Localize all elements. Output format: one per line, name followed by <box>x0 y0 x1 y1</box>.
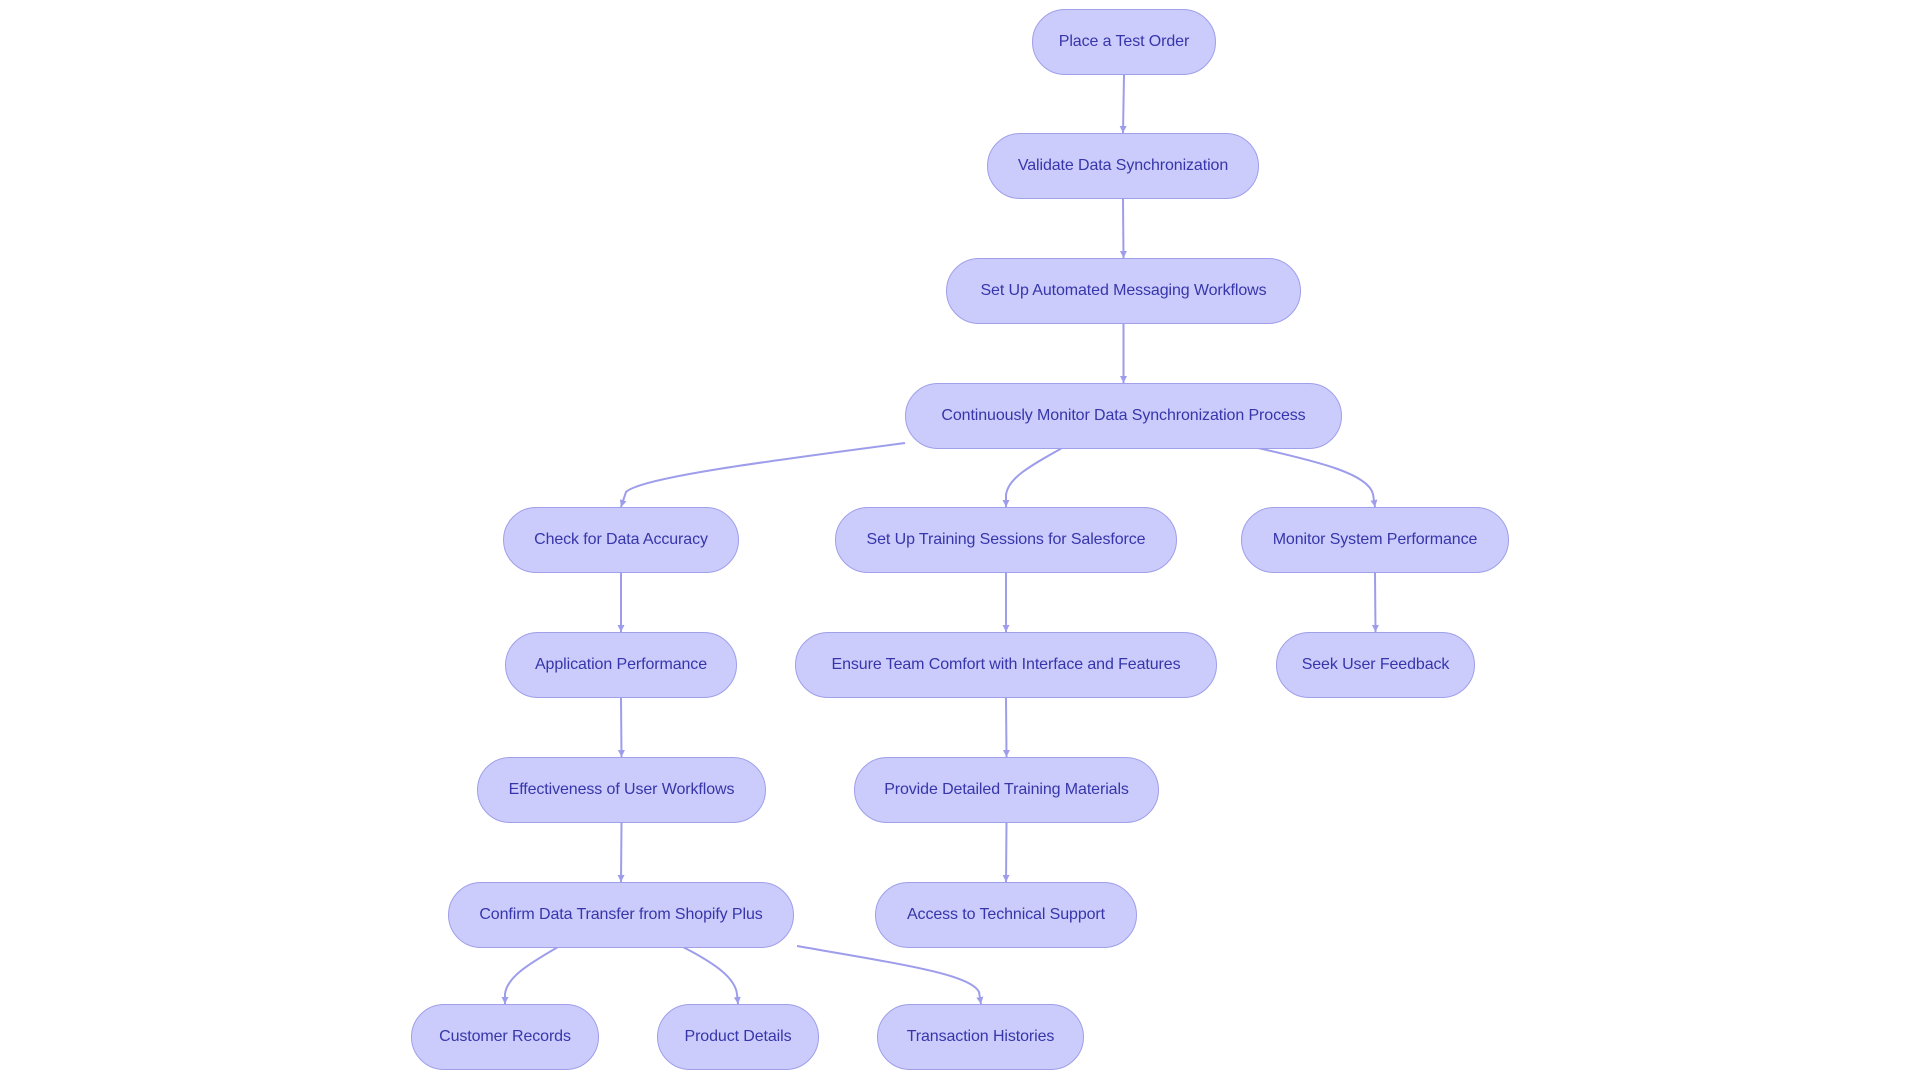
node-label: Ensure Team Comfort with Interface and F… <box>831 656 1181 673</box>
flowchart-canvas: Place a Test Order Validate Data Synchro… <box>0 0 1920 1080</box>
edge-monitor-system-performance-to-seek-user-feedback <box>1371 572 1379 633</box>
edge-user-workflows-to-confirm-data-transfer <box>617 822 625 883</box>
node-ensure-team-comfort[interactable]: Ensure Team Comfort with Interface and F… <box>795 632 1217 698</box>
node-application-performance[interactable]: Application Performance <box>505 632 737 698</box>
node-set-up-training-sessions-for-salesforce[interactable]: Set Up Training Sessions for Salesforce <box>835 507 1177 573</box>
edge-validate-data-sync-to-automated-messaging <box>1119 198 1127 259</box>
node-check-for-data-accuracy[interactable]: Check for Data Accuracy <box>503 507 739 573</box>
edge-confirm-data-transfer-to-customer-records <box>501 946 559 1004</box>
node-label: Validate Data Synchronization <box>1017 157 1229 174</box>
node-label: Check for Data Accuracy <box>534 531 708 548</box>
node-customer-records[interactable]: Customer Records <box>411 1004 599 1070</box>
edge-confirm-data-transfer-to-product-details <box>682 946 741 1005</box>
node-continuously-monitor-data-synchronization-process[interactable]: Continuously Monitor Data Synchronizatio… <box>905 383 1342 449</box>
edge-monitor-sync-process-to-check-data-accuracy <box>619 442 906 508</box>
node-label: Seek User Feedback <box>1301 656 1450 673</box>
node-set-up-automated-messaging-workflows[interactable]: Set Up Automated Messaging Workflows <box>946 258 1301 324</box>
node-label: Product Details <box>684 1028 792 1045</box>
edge-place-test-order-to-validate-data-sync <box>1119 74 1127 134</box>
edge-monitor-sync-process-to-training-sessions <box>1002 447 1063 507</box>
node-transaction-histories[interactable]: Transaction Histories <box>877 1004 1084 1070</box>
node-label: Application Performance <box>534 656 707 673</box>
node-provide-detailed-training-materials[interactable]: Provide Detailed Training Materials <box>854 757 1159 823</box>
edge-monitor-sync-process-to-monitor-system-performance <box>1257 447 1378 508</box>
node-seek-user-feedback[interactable]: Seek User Feedback <box>1276 632 1475 698</box>
edge-confirm-data-transfer-to-transaction-histories <box>796 945 984 1005</box>
node-product-details[interactable]: Product Details <box>657 1004 819 1070</box>
node-access-to-technical-support[interactable]: Access to Technical Support <box>875 882 1137 948</box>
edge-team-comfort-to-training-materials <box>1002 697 1010 758</box>
node-label: Provide Detailed Training Materials <box>884 781 1129 798</box>
edge-application-performance-to-user-workflows <box>617 697 625 758</box>
node-label: Continuously Monitor Data Synchronizatio… <box>941 407 1306 424</box>
node-place-a-test-order[interactable]: Place a Test Order <box>1032 9 1216 75</box>
node-label: Access to Technical Support <box>906 906 1105 923</box>
node-label: Effectiveness of User Workflows <box>508 781 735 798</box>
node-label: Place a Test Order <box>1058 33 1190 50</box>
node-validate-data-synchronization[interactable]: Validate Data Synchronization <box>987 133 1259 199</box>
node-label: Confirm Data Transfer from Shopify Plus <box>479 906 763 923</box>
node-monitor-system-performance[interactable]: Monitor System Performance <box>1241 507 1509 573</box>
node-label: Customer Records <box>439 1028 571 1045</box>
node-label: Transaction Histories <box>906 1028 1055 1045</box>
node-label: Set Up Automated Messaging Workflows <box>980 282 1267 299</box>
node-label: Set Up Training Sessions for Salesforce <box>866 531 1146 548</box>
edge-training-materials-to-technical-support <box>1002 822 1010 883</box>
node-effectiveness-of-user-workflows[interactable]: Effectiveness of User Workflows <box>477 757 766 823</box>
node-confirm-data-transfer-from-shopify-plus[interactable]: Confirm Data Transfer from Shopify Plus <box>448 882 794 948</box>
node-label: Monitor System Performance <box>1272 531 1478 548</box>
